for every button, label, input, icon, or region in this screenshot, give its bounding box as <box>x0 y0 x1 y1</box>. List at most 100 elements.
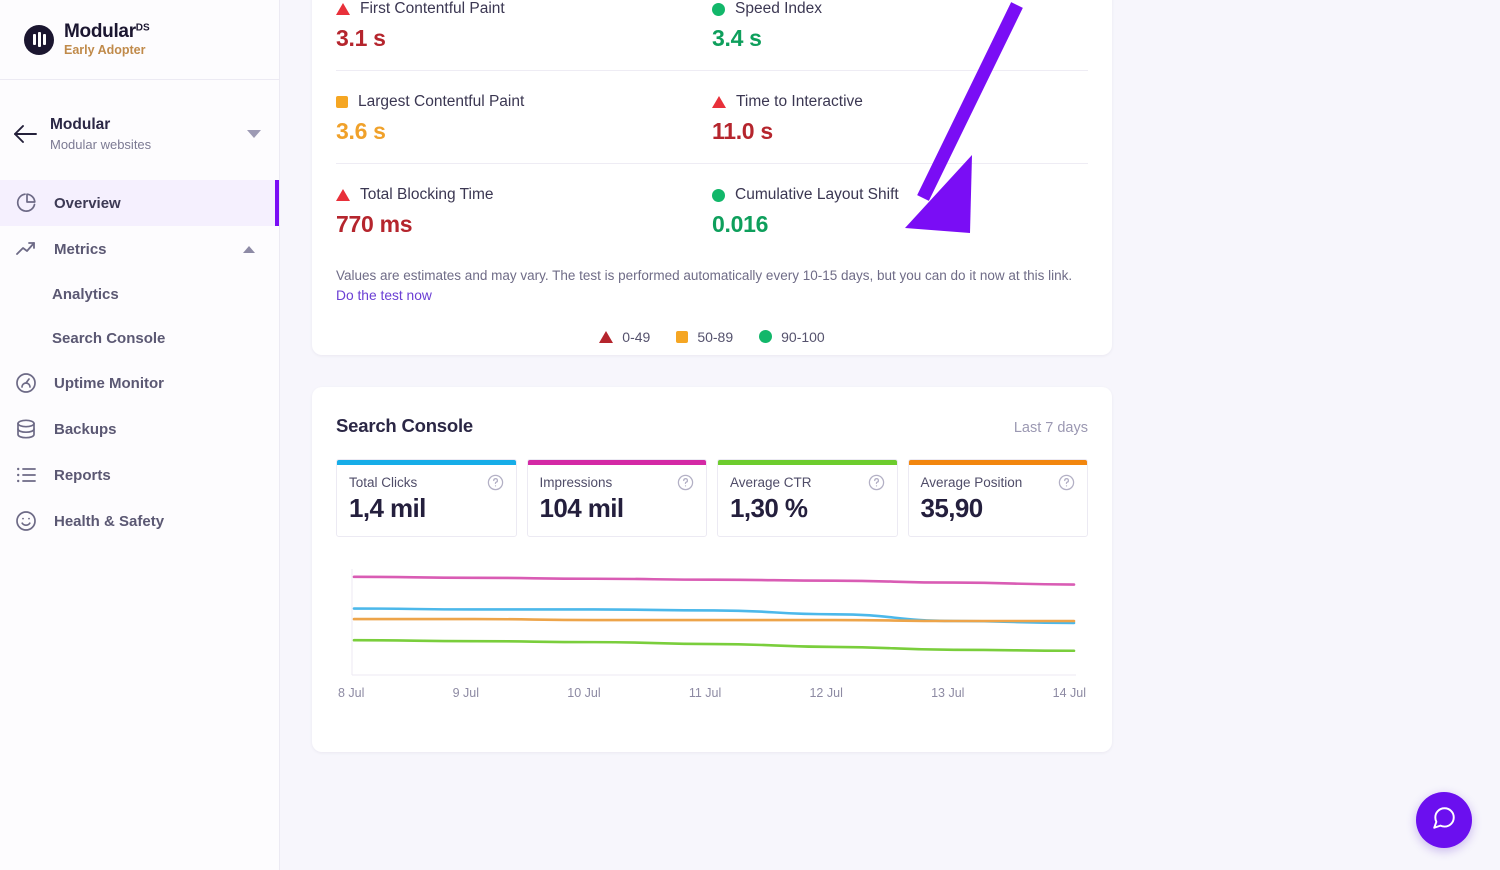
metric-label: Largest Contentful Paint <box>358 93 525 110</box>
caret-down-icon[interactable] <box>247 130 261 138</box>
x-tick: 14 Jul <box>1052 686 1086 700</box>
chart-line-average-position <box>352 617 1076 623</box>
site-switcher[interactable]: Modular Modular websites <box>0 102 279 166</box>
x-tick: 12 Jul <box>809 686 843 700</box>
question-circle-icon[interactable] <box>1058 474 1075 491</box>
sidebar-nav: Overview Metrics Analytics Search Consol… <box>0 180 279 544</box>
chart-x-axis: 8 Jul 9 Jul 10 Jul 11 Jul 12 Jul 13 Jul … <box>336 686 1088 700</box>
stat-body: Impressions 104 mil <box>528 465 707 524</box>
sidebar-item-overview[interactable]: Overview <box>0 180 279 226</box>
stat-value: 104 mil <box>539 493 625 523</box>
chevron-up-icon[interactable] <box>243 245 255 253</box>
metric-label: Time to Interactive <box>736 93 863 110</box>
site-name: Modular <box>50 116 111 134</box>
x-tick: 11 Jul <box>688 686 722 700</box>
database-icon <box>14 417 38 441</box>
circle-icon <box>759 330 773 344</box>
sidebar-item-search-console[interactable]: Search Console <box>0 316 279 360</box>
legend-label: 0-49 <box>622 328 651 345</box>
metric-speed-index: Speed Index 3.4 s <box>712 0 1088 70</box>
pie-chart-icon <box>14 191 38 215</box>
arrow-left-icon[interactable] <box>10 122 40 146</box>
sidebar-item-label: Backups <box>54 420 117 438</box>
stat-top: Average CTR <box>730 474 885 491</box>
search-console-card: Search Console Last 7 days Total Clicks <box>312 387 1112 752</box>
stat-value: 1,30 % <box>730 493 808 523</box>
sidebar-item-backups[interactable]: Backups <box>0 406 279 452</box>
legend-item-poor: 0-49 <box>599 329 650 345</box>
sidebar: ModularDS Early Adopter Modular Modular … <box>0 0 280 870</box>
sidebar-item-uptime-monitor[interactable]: Uptime Monitor <box>0 360 279 406</box>
circle-icon <box>712 188 725 202</box>
do-the-test-now-link[interactable]: Do the test now <box>336 288 432 303</box>
search-console-chart: 8 Jul 9 Jul 10 Jul 11 Jul 12 Jul 13 Jul … <box>336 565 1088 710</box>
square-icon <box>676 330 689 343</box>
stat-value: 1,4 mil <box>349 493 426 523</box>
triangle-icon <box>336 189 350 201</box>
sidebar-item-label: Metrics <box>54 240 107 258</box>
metric-header: First Contentful Paint <box>336 0 712 18</box>
stat-card-total-clicks[interactable]: Total Clicks 1,4 mil <box>336 459 517 537</box>
stat-body: Total Clicks 1,4 mil <box>337 465 516 524</box>
gauge-icon <box>14 371 38 395</box>
stat-top: Impressions <box>540 474 695 491</box>
metric-largest-contentful-paint: Largest Contentful Paint 3.6 s <box>336 70 712 163</box>
metric-header: Speed Index <box>712 0 1088 18</box>
chat-button[interactable] <box>1416 792 1472 848</box>
metric-label: Cumulative Layout Shift <box>735 186 899 203</box>
performance-legend: 0-49 50-89 90-100 <box>336 329 1088 345</box>
sidebar-item-label: Search Console <box>52 329 166 347</box>
metric-cumulative-layout-shift: Cumulative Layout Shift 0.016 <box>712 163 1088 256</box>
x-tick: 9 Jul <box>452 686 480 700</box>
stat-top: Total Clicks <box>349 474 504 491</box>
brand-header: ModularDS Early Adopter <box>0 0 279 80</box>
stat-value: 35,90 <box>920 493 984 523</box>
stat-top: Average Position <box>921 474 1076 491</box>
triangle-icon <box>712 96 726 108</box>
x-tick: 13 Jul <box>931 686 965 700</box>
stat-label: Average CTR <box>730 475 812 490</box>
metric-value: 3.4 s <box>712 25 762 51</box>
metric-header: Time to Interactive <box>712 93 1088 111</box>
page-title: Search Console <box>336 415 474 436</box>
metric-total-blocking-time: Total Blocking Time 770 ms <box>336 163 712 256</box>
main-content: First Contentful Paint 3.1 s Speed Index… <box>280 0 1500 870</box>
metric-time-to-interactive: Time to Interactive 11.0 s <box>712 70 1088 163</box>
circle-icon <box>712 2 725 16</box>
sidebar-item-label: Analytics <box>52 285 119 303</box>
x-tick: 8 Jul <box>338 686 365 700</box>
metric-value: 11.0 s <box>712 118 773 144</box>
sidebar-item-label: Uptime Monitor <box>54 374 164 392</box>
app-root: ModularDS Early Adopter Modular Modular … <box>0 0 1500 870</box>
chart-line-average-ctr <box>352 638 1076 653</box>
performance-metrics-grid: First Contentful Paint 3.1 s Speed Index… <box>336 0 1088 256</box>
legend-item-average: 50-89 <box>676 329 733 345</box>
metric-header: Cumulative Layout Shift <box>712 186 1088 204</box>
question-circle-icon[interactable] <box>868 474 885 491</box>
metric-label: Total Blocking Time <box>360 186 494 203</box>
performance-card: First Contentful Paint 3.1 s Speed Index… <box>312 0 1112 355</box>
legend-label: 50-89 <box>697 328 734 345</box>
sidebar-item-metrics[interactable]: Metrics <box>0 226 279 272</box>
question-circle-icon[interactable] <box>487 474 504 491</box>
sidebar-item-analytics[interactable]: Analytics <box>0 272 279 316</box>
stat-card-average-ctr[interactable]: Average CTR 1,30 % <box>717 459 898 537</box>
metric-label: Speed Index <box>735 0 823 17</box>
brand-tagline: Early Adopter <box>64 43 146 58</box>
stat-body: Average CTR 1,30 % <box>718 465 897 524</box>
brand-superscript: DS <box>135 22 150 34</box>
metric-value: 3.6 s <box>336 118 386 144</box>
stat-card-impressions[interactable]: Impressions 104 mil <box>526 459 707 537</box>
brand-name-row: ModularDS <box>64 22 150 41</box>
smiley-icon <box>14 509 38 533</box>
stat-card-average-position[interactable]: Average Position 35,90 <box>907 459 1088 537</box>
question-circle-icon[interactable] <box>677 474 694 491</box>
stat-label: Total Clicks <box>349 475 418 490</box>
stat-label: Impressions <box>539 475 613 490</box>
search-console-stats: Total Clicks 1,4 mil Impressions 104 mil… <box>336 459 1088 537</box>
chat-bubble-icon <box>1431 805 1457 836</box>
metric-header: Total Blocking Time <box>336 186 712 204</box>
sidebar-item-reports[interactable]: Reports <box>0 452 279 498</box>
sidebar-item-health-safety[interactable]: Health & Safety <box>0 498 279 544</box>
sidebar-item-label: Health & Safety <box>54 512 165 530</box>
